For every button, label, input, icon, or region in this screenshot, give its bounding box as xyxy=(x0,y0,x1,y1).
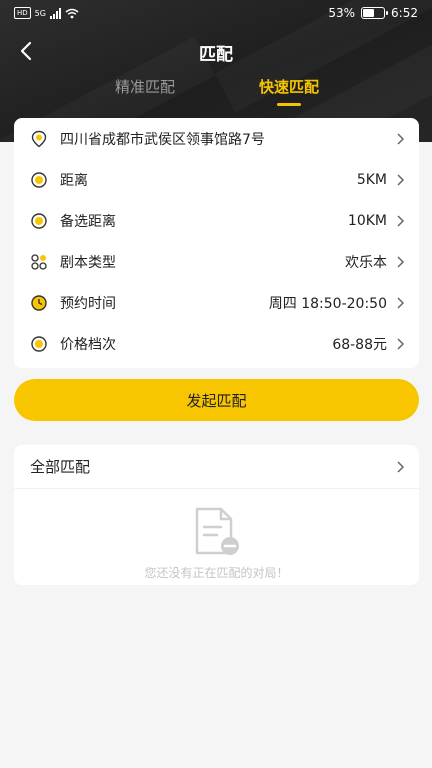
tab-precise-match[interactable]: 精准匹配 xyxy=(90,76,200,97)
reserve-time-value: 周四 18:50-20:50 xyxy=(268,295,387,312)
tab-label: 精准匹配 xyxy=(114,78,175,96)
distance-icon xyxy=(31,171,47,188)
price-level-value: 68-88元 xyxy=(332,336,387,353)
clock: 6:52 xyxy=(391,6,418,20)
battery-percent: 53% xyxy=(328,6,356,20)
chevron-right-icon xyxy=(397,255,405,268)
empty-document-icon xyxy=(195,507,239,555)
script-type-row[interactable]: 剧本类型 欢乐本 xyxy=(14,241,419,282)
tab-quick-match[interactable]: 快速匹配 xyxy=(234,76,344,106)
alt-distance-icon xyxy=(31,212,47,229)
price-level-label: 价格档次 xyxy=(60,336,116,353)
page-title: 匹配 xyxy=(199,45,233,65)
status-bar: HD 5G 53% 6:52 xyxy=(0,0,432,28)
chevron-right-icon xyxy=(397,296,405,309)
chevron-right-icon xyxy=(397,337,405,350)
wifi-icon xyxy=(65,8,79,18)
chevron-right-icon xyxy=(397,173,405,186)
distance-label: 距离 xyxy=(60,172,88,189)
signal-icon xyxy=(49,7,61,19)
reserve-time-row[interactable]: 预约时间 周四 18:50-20:50 xyxy=(14,282,419,323)
all-matches-header[interactable]: 全部匹配 xyxy=(14,445,419,489)
tab-indicator xyxy=(277,103,301,106)
script-type-label: 剧本类型 xyxy=(60,254,116,271)
location-text: 四川省成都市武侯区领事馆路7号 xyxy=(60,131,265,148)
location-row[interactable]: 四川省成都市武侯区领事馆路7号 xyxy=(14,118,419,159)
chevron-right-icon xyxy=(397,214,405,227)
tab-bar: 精准匹配 快速匹配 xyxy=(0,76,432,110)
category-grid-icon xyxy=(31,253,47,270)
tab-label: 快速匹配 xyxy=(258,78,319,96)
all-matches-title: 全部匹配 xyxy=(30,458,91,476)
clock-icon xyxy=(31,294,47,311)
chevron-right-icon xyxy=(397,460,405,473)
battery-icon xyxy=(361,7,389,19)
reserve-time-label: 预约时间 xyxy=(60,295,116,312)
start-match-button[interactable]: 发起匹配 xyxy=(14,379,419,421)
location-pin-icon xyxy=(31,130,47,147)
distance-value: 5KM xyxy=(356,171,387,188)
all-matches-card: 全部匹配 您还没有正在匹配的对局！ xyxy=(14,445,419,585)
alt-distance-label: 备选距离 xyxy=(60,213,116,230)
network-badge: HD xyxy=(14,7,31,19)
match-settings-card: 四川省成都市武侯区领事馆路7号 距离 5KM 备选距离 10KM 剧本类型 欢乐… xyxy=(14,118,419,368)
script-type-value: 欢乐本 xyxy=(345,254,387,271)
chevron-right-icon xyxy=(397,132,405,145)
alt-distance-value: 10KM xyxy=(347,212,387,229)
empty-state-text: 您还没有正在匹配的对局！ xyxy=(144,566,289,580)
price-icon xyxy=(31,335,47,352)
price-level-row[interactable]: 价格档次 68-88元 xyxy=(14,323,419,364)
alt-distance-row[interactable]: 备选距离 10KM xyxy=(14,200,419,241)
distance-row[interactable]: 距离 5KM xyxy=(14,159,419,200)
signal-type: 5G xyxy=(34,8,46,18)
